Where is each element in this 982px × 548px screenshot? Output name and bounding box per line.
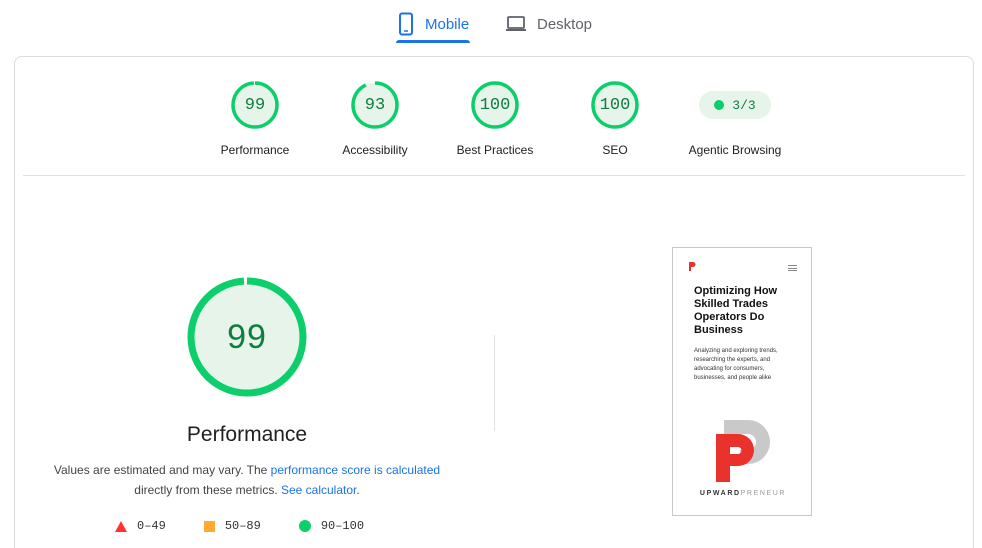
square-icon [203, 520, 215, 532]
pass-dot-icon [714, 100, 725, 110]
score-value: 100 [599, 95, 631, 115]
score-gauge: 100 [471, 81, 519, 129]
thumb-headline: Optimizing How Skilled Trades Operators … [694, 285, 778, 336]
thumb-body: Analyzing and exploring trends, research… [694, 348, 778, 381]
tab-mobile[interactable]: Mobile [397, 6, 469, 42]
gauge-best-practices[interactable]: 100 Best Practices [440, 81, 550, 157]
legend-label: 0–49 [137, 519, 166, 533]
performance-title: Performance [186, 423, 308, 446]
legend-pass: 90–100 [298, 519, 365, 533]
triangle-icon [115, 520, 127, 532]
see-calculator-link[interactable]: See calculator [281, 483, 356, 497]
metrics-note: Values are estimated and may vary. The p… [37, 460, 457, 500]
gauge-performance[interactable]: 99 Performance [200, 81, 310, 157]
legend-label: 50–89 [224, 519, 261, 533]
gauge-accessibility[interactable]: 93 Accessibility [320, 81, 430, 157]
smartphone-icon [397, 12, 415, 36]
report-card: 99 Performance 93 Accessibility 100 Best… [14, 56, 974, 548]
divider [23, 175, 965, 176]
legend-label: 90–100 [320, 519, 365, 533]
gauge-label: Performance [220, 143, 290, 157]
score-legend: 0–49 50–89 90–100 [115, 519, 364, 533]
gauge-label: Agentic Browsing [688, 143, 782, 157]
agentic-value: 3/3 [732, 97, 756, 113]
final-screenshot: Optimizing How Skilled Trades Operators … [672, 247, 812, 516]
gauge-label: SEO [602, 143, 628, 157]
brand-logo-icon [689, 262, 696, 271]
gauge-label: Accessibility [342, 143, 408, 157]
gauge-label: Best Practices [456, 143, 534, 157]
legend-fail: 0–49 [115, 519, 166, 533]
note-text: Values are estimated and may vary. The [53, 463, 271, 477]
brand-strong: UPWARD [699, 490, 741, 497]
legend-average: 50–89 [203, 519, 261, 533]
hamburger-menu-icon [788, 265, 797, 273]
score-value: 99 [244, 95, 266, 115]
score-gauge: 93 [351, 81, 399, 129]
laptop-icon [505, 15, 527, 33]
vertical-divider [494, 335, 495, 431]
performance-gauge-large: 99 [187, 277, 307, 397]
note-text: directly from these metrics. [134, 483, 281, 497]
tab-desktop[interactable]: Desktop [505, 6, 592, 42]
circle-icon [298, 520, 311, 532]
upwardpreneur-logo-icon [716, 420, 770, 482]
note-text: . [356, 483, 360, 497]
brand-light: PRENEUR [740, 490, 787, 497]
active-tab-indicator [396, 40, 470, 43]
performance-score: 99 [227, 317, 267, 356]
score-value: 100 [479, 95, 511, 115]
gauge-seo[interactable]: 100 SEO [560, 81, 670, 157]
tab-desktop-label: Desktop [537, 15, 593, 33]
tab-mobile-label: Mobile [425, 15, 470, 33]
thumb-brand: UPWARDPRENEUR [673, 490, 811, 497]
agentic-badge: 3/3 [699, 91, 771, 119]
score-gauge: 100 [591, 81, 639, 129]
gauge-agentic-browsing[interactable]: 3/3 Agentic Browsing [680, 81, 790, 157]
score-gauge: 99 [231, 81, 279, 129]
score-value: 93 [364, 95, 386, 115]
device-tabs: Mobile Desktop [0, 0, 982, 44]
performance-score-link[interactable]: performance score is calculated [271, 463, 440, 477]
